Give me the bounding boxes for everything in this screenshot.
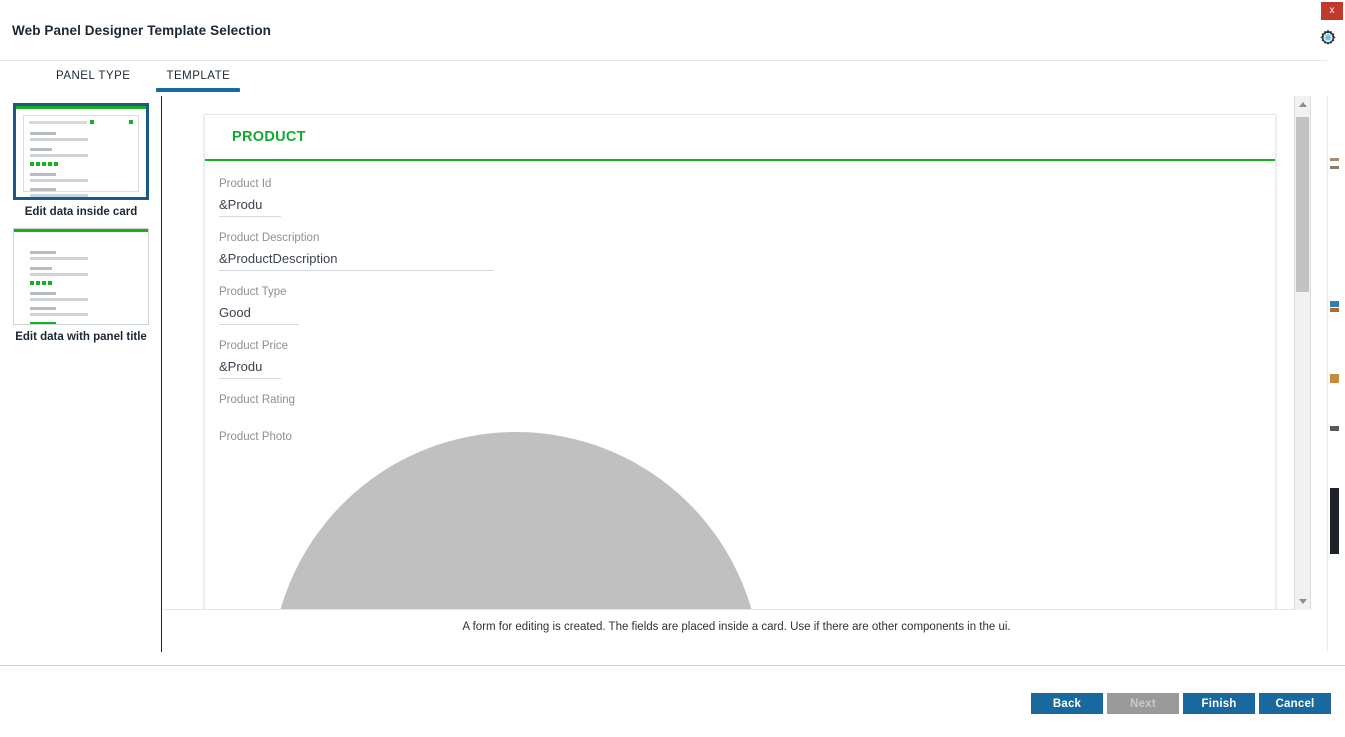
preview-scroll-area[interactable]: PRODUCT Product Id &Produ Product Descri… — [163, 96, 1310, 610]
product-photo-placeholder — [271, 432, 761, 609]
template-thumbnail-inside-card — [13, 103, 149, 200]
thumb-label — [30, 251, 56, 254]
close-button[interactable]: x — [1321, 2, 1343, 20]
thumb-field-rows — [22, 239, 140, 324]
finish-button[interactable]: Finish — [1183, 693, 1255, 714]
scroll-down-arrow-icon[interactable] — [1295, 593, 1310, 610]
template-list: Edit data inside card Edit data with pan… — [0, 96, 162, 652]
sliver-mark — [1330, 426, 1339, 431]
field-label: Product Type — [219, 286, 287, 298]
field-value[interactable]: &Produ — [219, 358, 281, 379]
field-product-id: Product Id &Produ — [219, 177, 1275, 217]
tab-template-underline — [156, 88, 241, 92]
tab-panel-type[interactable]: PANEL TYPE — [38, 61, 148, 92]
template-item-edit-data-inside-card[interactable]: Edit data inside card — [0, 103, 162, 220]
tab-panel-type-label: PANEL TYPE — [56, 70, 131, 82]
field-product-type: Product Type Good — [219, 285, 1275, 325]
thumb-label — [30, 292, 56, 295]
background-app-sliver — [1327, 96, 1345, 652]
template-item-label: Edit data with panel title — [15, 331, 147, 343]
field-label: Product Price — [219, 340, 289, 352]
field-value[interactable]: &Produ — [219, 196, 281, 217]
thumb-field — [30, 298, 88, 301]
template-description: A form for editing is created. The field… — [462, 621, 1011, 633]
field-product-price: Product Price &Produ — [219, 339, 1275, 379]
thumb-label — [30, 188, 56, 191]
thumb-accent-bar — [16, 106, 146, 109]
preview-card-header: PRODUCT — [205, 115, 1275, 161]
template-thumbnail-panel-title — [13, 228, 149, 325]
thumb-label — [30, 132, 56, 135]
sliver-mark — [1330, 166, 1339, 169]
preview-card: PRODUCT Product Id &Produ Product Descri… — [204, 114, 1276, 609]
template-item-edit-data-with-panel-title[interactable]: Edit data with panel title — [0, 228, 162, 345]
scrollbar-thumb[interactable] — [1296, 117, 1309, 292]
footer-button-bar: Back Next Finish Cancel — [1031, 693, 1331, 714]
sliver-mark — [1330, 158, 1339, 161]
web-panel-designer-dialog: x Web Panel Designer Template Selection … — [0, 0, 1345, 737]
field-label: Product Photo — [219, 431, 292, 443]
thumb-field — [30, 273, 88, 276]
thumb-inner-card — [23, 115, 139, 197]
thumb-field-rows — [24, 116, 138, 197]
thumb-rating-dots — [30, 281, 52, 285]
field-value[interactable]: Good — [219, 304, 299, 325]
field-label: Product Id — [219, 178, 272, 190]
thumb-accent-bar — [14, 229, 148, 232]
scroll-up-arrow-icon[interactable] — [1295, 96, 1310, 113]
footer: Back Next Finish Cancel — [0, 666, 1345, 737]
tab-template[interactable]: TEMPLATE — [148, 61, 248, 92]
thumb-label — [30, 307, 56, 310]
thumb-label — [30, 267, 52, 270]
tab-template-label: TEMPLATE — [166, 70, 231, 82]
field-product-photo: Product Photo — [219, 430, 1275, 609]
field-label: Product Rating — [219, 394, 296, 406]
cancel-button[interactable]: Cancel — [1259, 693, 1331, 714]
thumb-field — [30, 194, 88, 197]
tab-panel-type-underline — [46, 88, 140, 92]
template-item-label: Edit data inside card — [24, 206, 138, 218]
preview-card-body: Product Id &Produ Product Description &P… — [205, 161, 1275, 609]
preview-vertical-scrollbar[interactable] — [1294, 96, 1311, 610]
thumb-rating-dots — [30, 162, 58, 166]
content-area: Edit data inside card Edit data with pan… — [0, 96, 1327, 652]
thumb-submit-button — [30, 322, 56, 324]
preview-card-title: PRODUCT — [232, 129, 306, 145]
thumb-field — [30, 313, 88, 316]
thumb-label — [30, 173, 56, 176]
sliver-mark — [1330, 488, 1339, 554]
field-label: Product Description — [219, 232, 320, 244]
field-value[interactable]: &ProductDescription — [219, 250, 494, 271]
template-preview-pane: PRODUCT Product Id &Produ Product Descri… — [163, 96, 1327, 652]
thumb-label — [30, 148, 52, 151]
sliver-mark — [1330, 374, 1339, 383]
gear-icon[interactable] — [1315, 24, 1341, 50]
tab-bar: PANEL TYPE TEMPLATE — [0, 60, 1327, 94]
page-title: Web Panel Designer Template Selection — [12, 23, 272, 38]
back-button[interactable]: Back — [1031, 693, 1103, 714]
sliver-mark — [1330, 308, 1339, 312]
thumb-field — [30, 257, 88, 260]
field-product-description: Product Description &ProductDescription — [219, 231, 1275, 271]
thumb-field — [30, 154, 88, 157]
field-product-rating: Product Rating — [219, 393, 1275, 407]
sliver-mark — [1330, 301, 1339, 307]
thumb-field — [30, 179, 88, 182]
thumb-field — [30, 138, 88, 141]
next-button: Next — [1107, 693, 1179, 714]
